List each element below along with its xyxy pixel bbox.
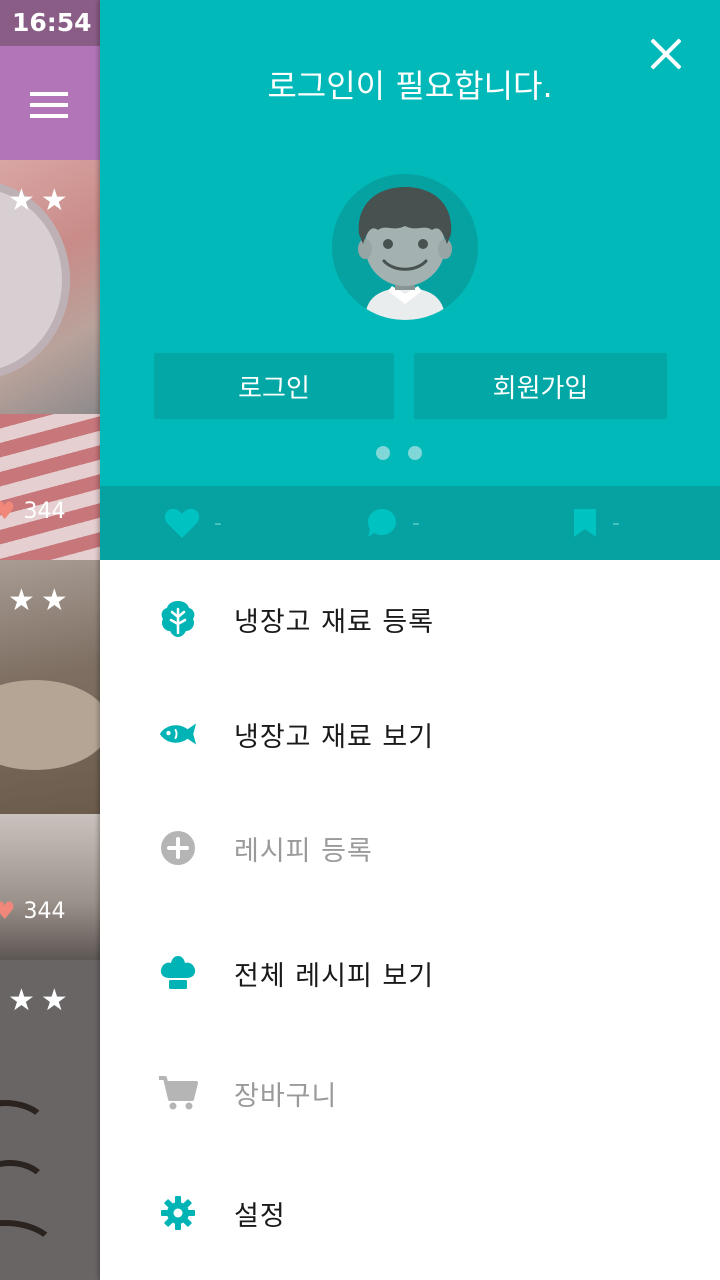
plus-circle-icon (158, 828, 198, 868)
comment-icon (368, 509, 396, 537)
menu-item-register-ingredients[interactable]: 냉장고 재료 등록 (100, 560, 720, 678)
heart-icon: ♥ (0, 897, 16, 925)
background-app: 16:54 ★★ ♥ 344 ★★ ♥ 344 ★★ (0, 0, 100, 1280)
menu-item-label: 레시피 등록 (234, 835, 373, 867)
status-bar: 16:54 (0, 0, 100, 46)
login-required-title: 로그인이 필요합니다. (267, 67, 553, 105)
menu-item-settings[interactable]: 설정 (100, 1154, 720, 1272)
rating-stars: ★★ (8, 183, 74, 218)
menu-item-all-recipes[interactable]: 전체 레시피 보기 (100, 914, 720, 1032)
likes-count: ♥ 344 (0, 896, 66, 926)
user-stats-bar: - - - (100, 486, 720, 560)
signup-button[interactable]: 회원가입 (414, 353, 667, 419)
recipe-card-image[interactable] (0, 814, 100, 960)
drawer-header: 로그인이 필요합니다. 로그인 회원가입 (100, 0, 720, 486)
comments-stat-value: - (412, 510, 420, 536)
menu-item-label: 냉장고 재료 등록 (234, 606, 435, 638)
menu-item-cart[interactable]: 장바구니 (100, 1034, 720, 1152)
gear-icon (158, 1193, 198, 1233)
hamburger-menu-icon[interactable] (30, 92, 68, 118)
rating-stars: ★★ (8, 983, 74, 1018)
heart-icon: ♥ (0, 497, 16, 525)
page-dot (376, 446, 390, 460)
page-dot (408, 446, 422, 460)
likes-stat-value: - (214, 510, 222, 536)
bookmarks-stat[interactable]: - (572, 486, 620, 560)
status-time: 16:54 (12, 8, 92, 37)
heart-icon (164, 508, 200, 538)
page-indicator (376, 446, 422, 460)
menu-item-label: 설정 (234, 1200, 286, 1232)
menu-item-register-recipe[interactable]: 레시피 등록 (100, 789, 720, 907)
likes-count: ♥ 344 (0, 496, 66, 526)
menu-item-label: 전체 레시피 보기 (234, 960, 435, 992)
cart-icon (158, 1073, 198, 1113)
chef-hat-icon (158, 953, 198, 993)
fish-icon (158, 714, 198, 754)
comments-stat[interactable]: - (366, 486, 420, 560)
bookmark-icon (574, 509, 596, 537)
login-button[interactable]: 로그인 (154, 353, 394, 419)
lettuce-icon (158, 599, 198, 639)
recipe-card-image[interactable] (0, 414, 100, 560)
menu-item-label: 냉장고 재료 보기 (234, 721, 435, 753)
rating-stars: ★★ (8, 583, 74, 618)
menu-item-view-ingredients[interactable]: 냉장고 재료 보기 (100, 675, 720, 793)
default-avatar (332, 174, 478, 320)
bookmarks-stat-value: - (612, 510, 620, 536)
likes-stat[interactable]: - (164, 486, 222, 560)
menu-item-label: 장바구니 (234, 1080, 338, 1112)
navigation-drawer: 로그인이 필요합니다. 로그인 회원가입 - - - 냉장고 재료 등록 냉장고… (100, 0, 720, 1280)
